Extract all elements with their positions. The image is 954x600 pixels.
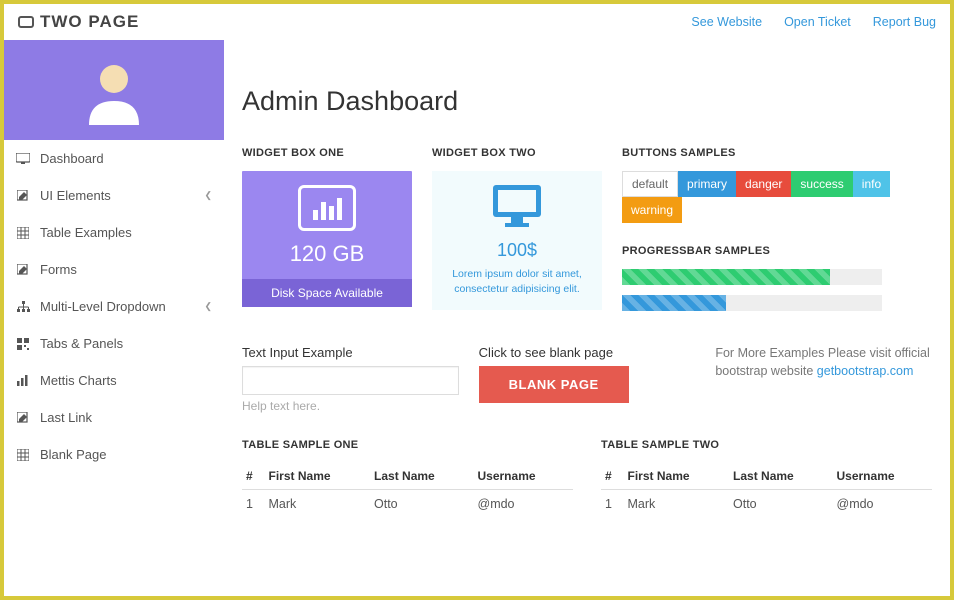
chevron-left-icon: ❮ [204,301,212,312]
avatar-panel [4,40,224,140]
col-username: Username [474,463,574,490]
text-input[interactable] [242,366,459,395]
nav-label: Dashboard [40,151,104,166]
col-username: Username [833,463,933,490]
edit-icon [16,412,30,424]
danger-button[interactable]: danger [736,171,791,197]
bar-chart-icon [16,375,30,386]
more-examples-section: For More Examples Please visit official … [715,345,932,413]
table-row: 1 Mark Otto @mdo [242,490,573,519]
primary-button[interactable]: primary [678,171,736,197]
nav-ui-elements[interactable]: UI Elements ❮ [4,177,224,214]
nav-label: Mettis Charts [40,373,117,388]
section-header: WIDGET BOX TWO [432,147,602,159]
section-header: PROGRESSBAR SAMPLES [622,245,932,257]
col-index: # [242,463,265,490]
desktop-icon [489,183,545,231]
table-header-row: # First Name Last Name Username [242,463,573,490]
nav-dashboard[interactable]: Dashboard [4,140,224,177]
success-button[interactable]: success [791,171,852,197]
section-header: WIDGET BOX ONE [242,147,412,159]
nav-mettis-charts[interactable]: Mettis Charts [4,362,224,399]
blank-page-button[interactable]: BLANK PAGE [479,366,629,403]
warning-button[interactable]: warning [622,197,682,223]
widget-description: Lorem ipsum dolor sit amet, consectetur … [442,267,592,296]
blank-page-label: Click to see blank page [479,345,696,360]
getbootstrap-link[interactable]: getbootstrap.com [817,364,914,378]
table-header-row: # First Name Last Name Username [601,463,932,490]
col-last-name: Last Name [729,463,832,490]
table-sample-two: TABLE SAMPLE TWO # First Name Last Name … [601,439,932,518]
section-header: BUTTONS SAMPLES [622,147,932,159]
brand-text: TWO PAGE [40,12,139,32]
top-links: See Website Open Ticket Report Bug [691,15,936,29]
brand: TWO PAGE [18,12,139,32]
nav-last-link[interactable]: Last Link [4,399,224,436]
nav-label: Blank Page [40,447,107,462]
nav-tabs-panels[interactable]: Tabs & Panels [4,325,224,362]
square-icon [16,449,30,461]
nav-label: Last Link [40,410,92,425]
link-see-website[interactable]: See Website [691,15,762,29]
progressbar-blue [622,295,882,311]
widget-box-two: 100$ Lorem ipsum dolor sit amet, consect… [432,171,602,310]
text-input-help: Help text here. [242,399,459,413]
content: Admin Dashboard WIDGET BOX ONE 120 GB Di… [224,40,950,596]
nav-label: Tabs & Panels [40,336,123,351]
pencil-icon [16,264,30,276]
nav-label: Table Examples [40,225,132,240]
nav-label: UI Elements [40,188,111,203]
section-header: TABLE SAMPLE TWO [601,439,932,451]
nav-label: Multi-Level Dropdown [40,299,166,314]
disk-label: Disk Space Available [242,279,412,307]
dashboard-icon [16,153,30,164]
table-icon [16,227,30,239]
edit-icon [16,190,30,202]
default-button[interactable]: default [622,171,678,197]
col-last-name: Last Name [370,463,473,490]
qrcode-icon [16,338,30,350]
widget-box-one: 120 GB Disk Space Available [242,171,412,307]
widget-box-two-section: WIDGET BOX TWO 100$ Lorem ipsum dolor si… [432,147,602,321]
text-input-label: Text Input Example [242,345,459,360]
price-value: 100$ [442,240,592,261]
sitemap-icon [16,301,30,313]
info-button[interactable]: info [853,171,890,197]
progressbar-green [622,269,882,285]
widget-box-one-section: WIDGET BOX ONE 120 GB Disk Space Availab… [242,147,412,321]
nav-list: Dashboard UI Elements ❮ Table Examples [4,140,224,473]
nav-table-examples[interactable]: Table Examples [4,214,224,251]
bar-chart-icon [298,185,356,231]
link-report-bug[interactable]: Report Bug [873,15,936,29]
disk-value: 120 GB [252,241,402,267]
nav-multi-level-dropdown[interactable]: Multi-Level Dropdown ❮ [4,288,224,325]
blank-page-section: Click to see blank page BLANK PAGE [479,345,696,413]
table-row: 1 Mark Otto @mdo [601,490,932,519]
avatar-icon [79,55,149,125]
section-header: TABLE SAMPLE ONE [242,439,573,451]
page-title: Admin Dashboard [242,86,932,117]
brand-icon [18,16,34,28]
col-first-name: First Name [265,463,371,490]
nav-label: Forms [40,262,77,277]
link-open-ticket[interactable]: Open Ticket [784,15,851,29]
sidebar: Dashboard UI Elements ❮ Table Examples [4,40,224,596]
table-sample-one: TABLE SAMPLE ONE # First Name Last Name … [242,439,573,518]
topbar: TWO PAGE See Website Open Ticket Report … [4,4,950,40]
col-first-name: First Name [624,463,730,490]
chevron-left-icon: ❮ [204,190,212,201]
button-samples: default primary danger success info warn… [622,171,932,223]
nav-forms[interactable]: Forms [4,251,224,288]
nav-blank-page[interactable]: Blank Page [4,436,224,473]
text-input-section: Text Input Example Help text here. [242,345,459,413]
col-index: # [601,463,624,490]
